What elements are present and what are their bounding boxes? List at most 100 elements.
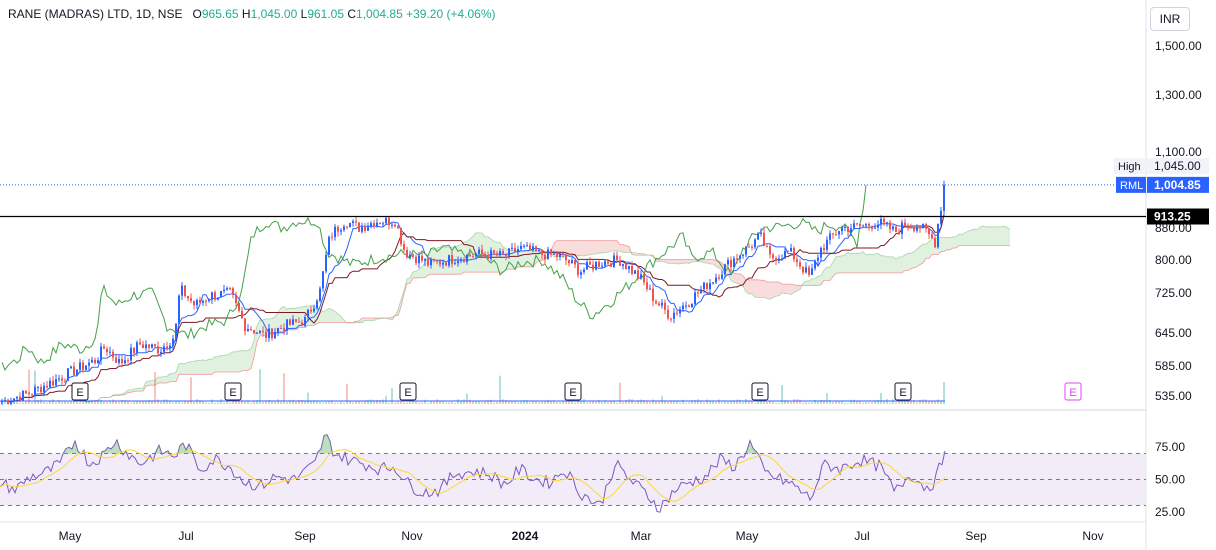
volume-bar	[862, 402, 864, 404]
candle-body	[88, 362, 90, 366]
candle-body	[811, 268, 813, 275]
candle-body	[859, 223, 861, 226]
candle-body	[508, 248, 510, 256]
candle-body	[193, 300, 195, 306]
candle-body	[301, 322, 303, 326]
cloud-segment	[1007, 227, 1010, 246]
volume-bar	[88, 401, 90, 404]
volume-bar	[472, 401, 474, 404]
volume-bar	[463, 399, 465, 404]
candle-body	[571, 260, 573, 264]
candle-body	[364, 227, 366, 231]
volume-bar	[139, 401, 141, 404]
cloud-segment	[194, 360, 197, 375]
volume-bar	[775, 402, 777, 404]
candle-body	[775, 258, 777, 261]
candle-body	[373, 223, 375, 227]
candle-body	[295, 319, 297, 322]
candle-body	[403, 244, 405, 250]
volume-bar	[64, 401, 66, 404]
candle-body	[274, 332, 276, 338]
candle-body	[286, 319, 288, 331]
candle-body	[313, 308, 315, 312]
volume-bar	[424, 399, 426, 404]
candle-body	[385, 217, 387, 224]
cloud-segment	[611, 240, 614, 252]
cloud-segment	[890, 256, 893, 273]
cloud-segment	[911, 251, 914, 269]
volume-bar	[574, 402, 576, 404]
candle-body	[547, 249, 549, 260]
candle-body	[700, 289, 702, 293]
cloud-segment	[182, 363, 185, 375]
volume-bar	[871, 402, 873, 404]
candle-body	[169, 345, 171, 348]
volume-bar	[82, 401, 84, 404]
volume-bar	[748, 401, 750, 404]
candle-body	[406, 249, 408, 258]
volume-bar	[535, 401, 537, 404]
candle-body	[736, 258, 738, 260]
candle-body	[865, 224, 867, 226]
volume-bar	[589, 401, 591, 404]
volume-bar	[169, 401, 171, 404]
candle-body	[652, 288, 654, 302]
candle-body	[163, 346, 165, 352]
volume-bar	[844, 402, 846, 404]
candle-body	[232, 288, 234, 295]
cloud-segment	[878, 253, 881, 273]
volume-bar	[853, 399, 855, 404]
cloud-segment	[806, 281, 809, 286]
volume-bar	[283, 373, 285, 404]
volume-bar	[499, 375, 501, 404]
candle-body	[220, 291, 222, 298]
candle-body	[814, 260, 816, 269]
volume-bar	[517, 402, 519, 404]
rsi-tick-label: 50.00	[1155, 473, 1185, 487]
volume-bar	[325, 401, 327, 404]
cloud-segment	[614, 240, 617, 252]
candle-body	[943, 184, 945, 211]
volume-bar	[487, 399, 489, 404]
candle-body	[277, 328, 279, 333]
candle-body	[172, 338, 174, 346]
candle-body	[667, 309, 669, 319]
volume-bar	[469, 399, 471, 404]
cloud-segment	[203, 359, 206, 375]
price-tick-label: 1,100.00	[1155, 145, 1202, 159]
candle-body	[244, 318, 246, 331]
volume-bar	[832, 402, 834, 404]
volume-bar	[19, 403, 21, 404]
cloud-segment	[413, 271, 416, 278]
volume-bar	[313, 401, 315, 404]
candle-body	[484, 253, 486, 256]
volume-bar	[937, 399, 939, 404]
candle-body	[616, 255, 618, 261]
volume-bar	[79, 402, 81, 404]
candle-body	[610, 263, 612, 267]
cloud-segment	[1004, 226, 1007, 246]
earnings-marker-label: E	[899, 387, 906, 399]
candle-body	[544, 254, 546, 260]
candle-body	[883, 218, 885, 223]
cloud-segment	[584, 240, 587, 256]
candle-body	[262, 330, 264, 332]
volume-bar	[616, 402, 618, 404]
volume-bar	[766, 402, 768, 404]
candle-body	[871, 226, 873, 229]
volume-bar	[223, 402, 225, 404]
volume-bar	[700, 401, 702, 404]
candle-body	[58, 378, 60, 380]
volume-bar	[136, 401, 138, 404]
candle-body	[850, 228, 852, 232]
cloud-segment	[902, 254, 905, 273]
candle-body	[886, 222, 888, 224]
candle-body	[934, 238, 936, 248]
candle-body	[727, 259, 729, 265]
cloud-segment	[221, 355, 224, 373]
candle-body	[898, 231, 900, 234]
price-chart[interactable]: E E E E E E E1,500.001,300.001,100.00880.00800…	[0, 0, 1216, 550]
volume-bar	[712, 401, 714, 404]
volume-bar	[280, 401, 282, 404]
candle-body	[625, 264, 627, 270]
